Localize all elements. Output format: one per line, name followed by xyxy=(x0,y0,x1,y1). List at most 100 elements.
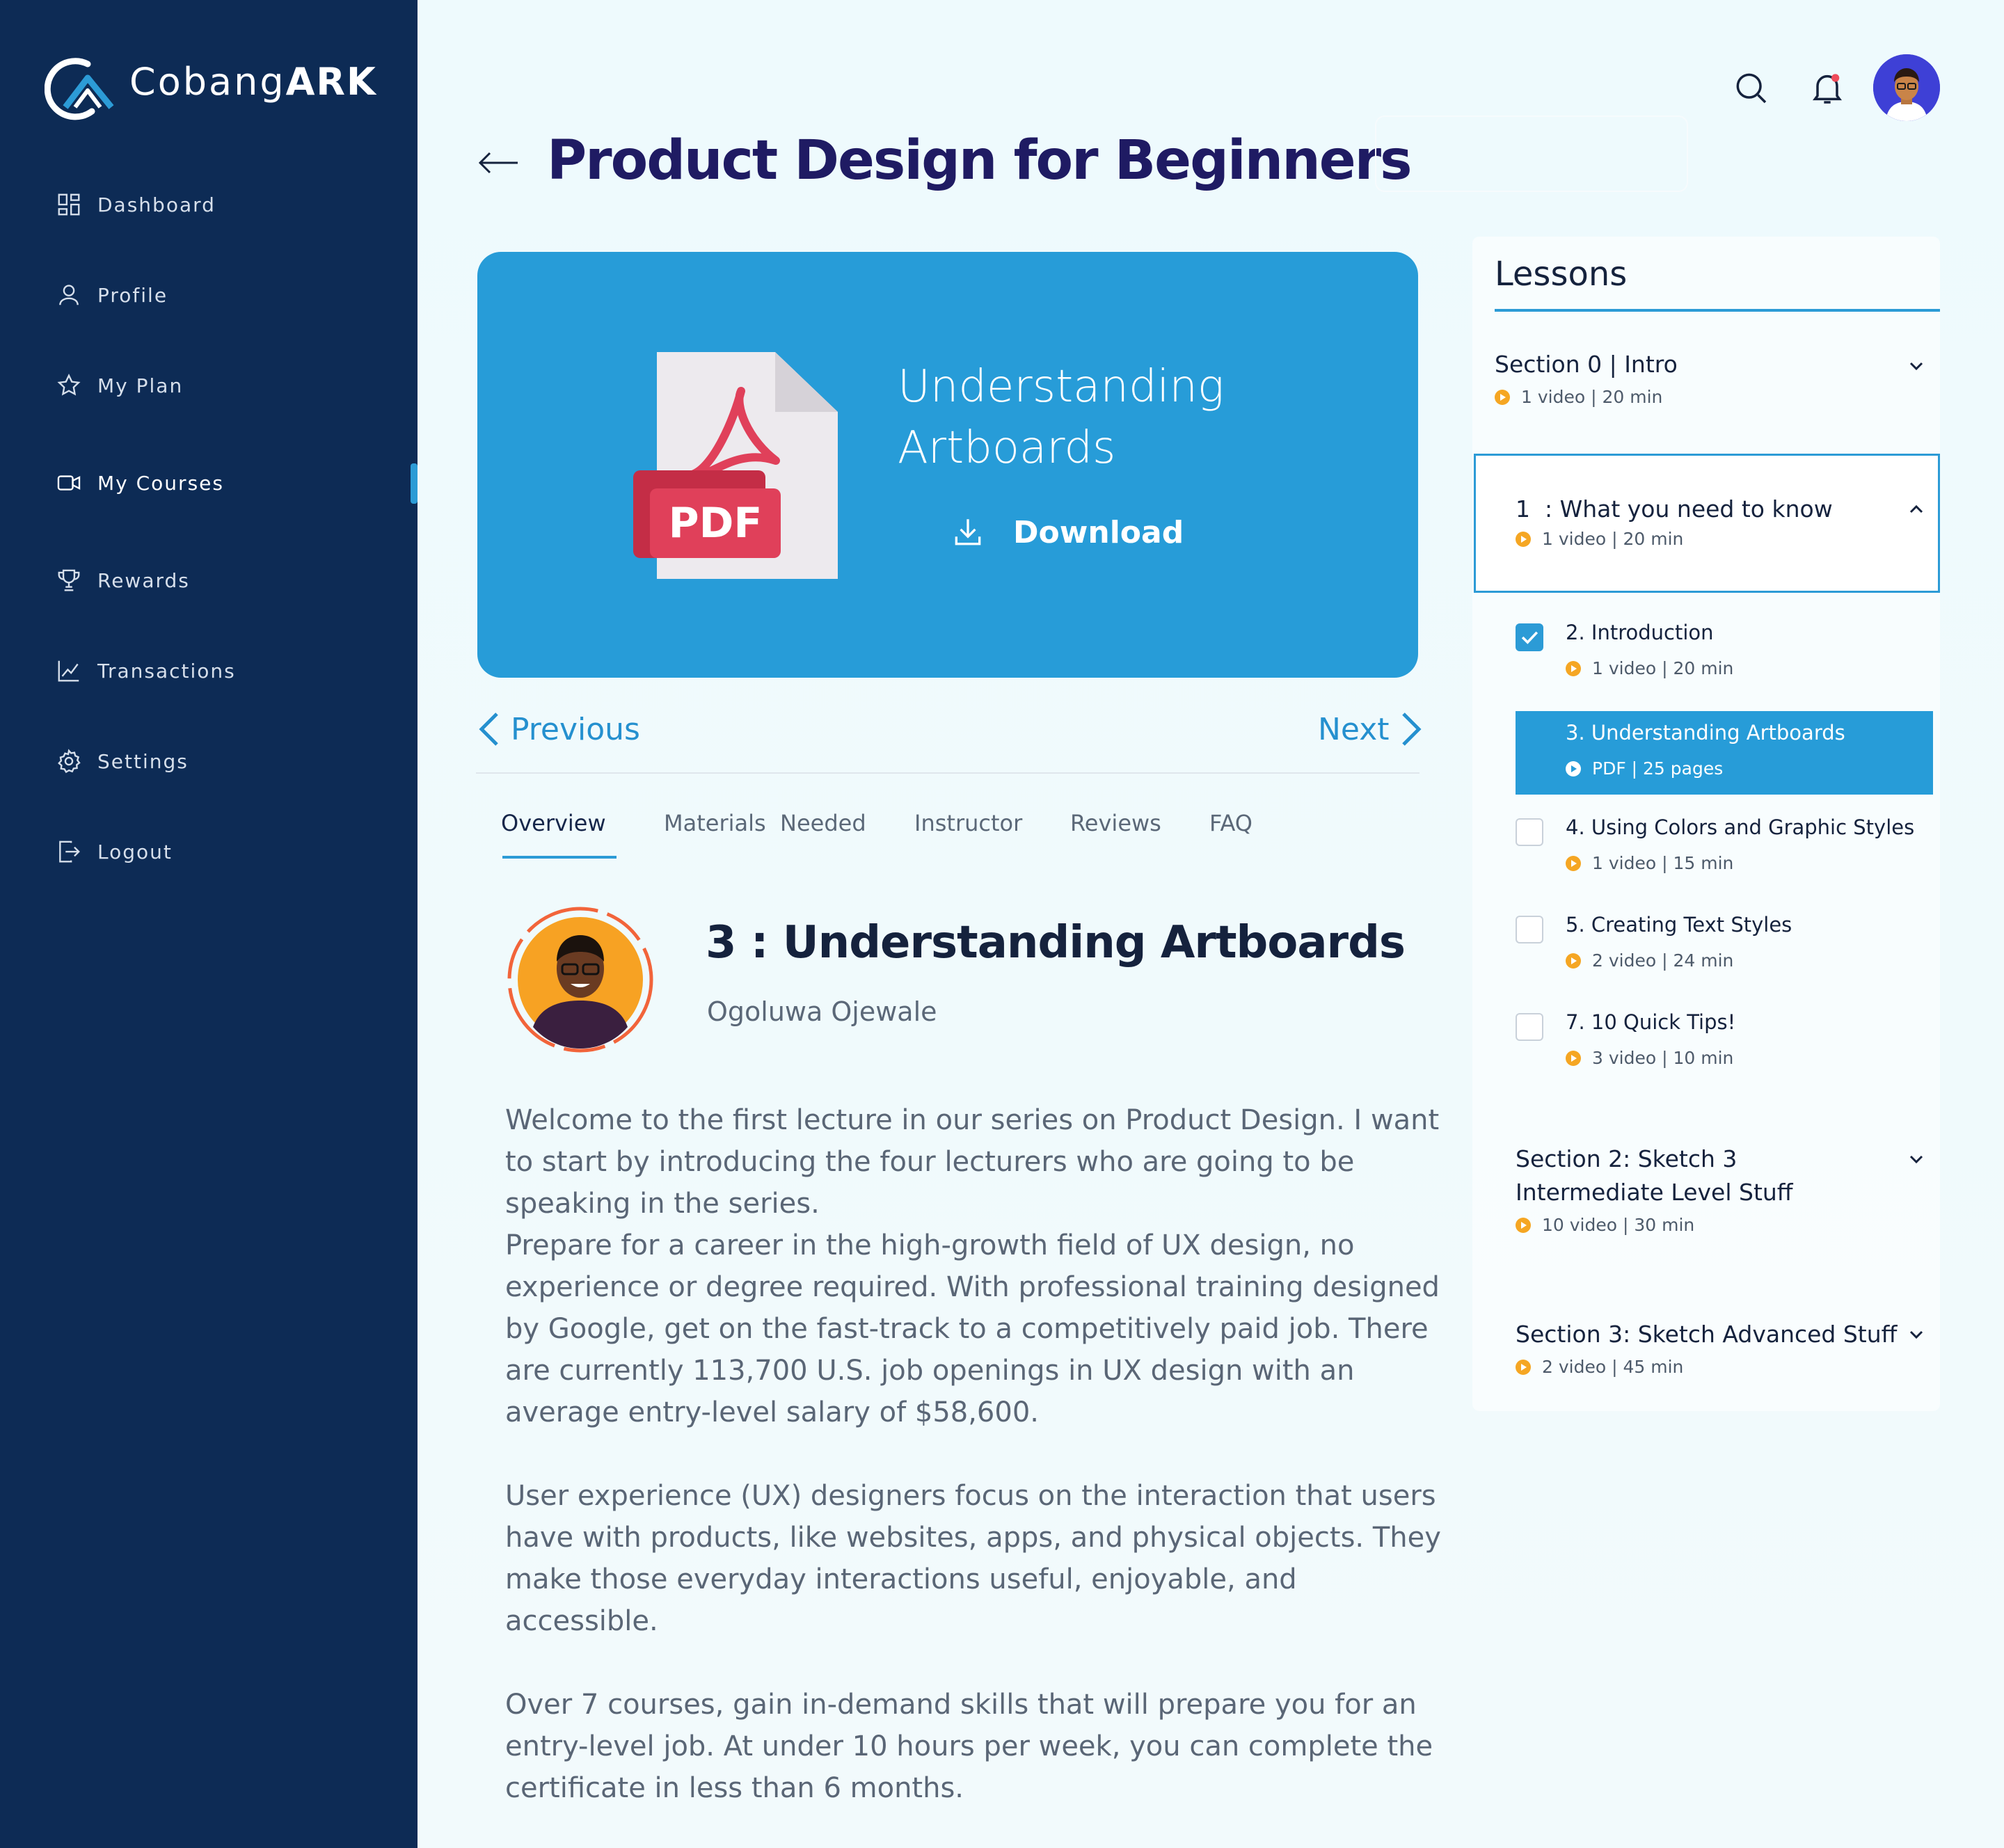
lesson-meta: 3 video | 10 min xyxy=(1566,1048,1733,1068)
section-title: Section 0 | Intro xyxy=(1495,351,1678,378)
lesson-item[interactable]: 4. Using Colors and Graphic Styles 1 vid… xyxy=(1516,815,1933,899)
description-paragraph: User experience (UX) designers focus on … xyxy=(505,1480,1441,1637)
section-meta: 2 video | 45 min xyxy=(1516,1357,1926,1377)
lessons-title-underline xyxy=(1495,309,1940,312)
lesson-item[interactable]: 7. 10 Quick Tips! 3 video | 10 min xyxy=(1516,1010,1933,1094)
sidebar-item-settings[interactable]: Settings xyxy=(56,740,189,782)
previous-label: Previous xyxy=(511,711,640,747)
description-paragraph: Prepare for a career in the high-growth … xyxy=(505,1229,1440,1428)
tab-instructor[interactable]: Instructor xyxy=(914,810,1022,836)
section-meta-text: 2 video | 45 min xyxy=(1542,1357,1684,1377)
chevron-down-icon xyxy=(1909,1330,1923,1339)
pdf-badge-text: PDF xyxy=(669,499,763,548)
sidebar-item-label: Rewards xyxy=(97,568,190,592)
chevron-left-icon xyxy=(479,712,498,746)
instructor-name: Ogoluwa Ojewale xyxy=(707,996,937,1027)
tab-faq[interactable]: FAQ xyxy=(1209,810,1252,836)
section-meta: 10 video | 30 min xyxy=(1516,1215,1926,1235)
download-icon xyxy=(955,519,981,545)
sidebar-item-my-plan[interactable]: My Plan xyxy=(56,365,183,406)
play-icon xyxy=(1566,660,1581,676)
play-icon xyxy=(1516,531,1531,547)
header-placeholder-box xyxy=(1375,116,1688,192)
star-icon xyxy=(57,374,81,396)
chevron-right-icon xyxy=(1401,712,1422,746)
section-sketch-intermediate[interactable]: Section 2: Sketch 3 Intermediate Level S… xyxy=(1516,1142,1926,1235)
lesson-title: 3. Understanding Artboards xyxy=(1566,721,1845,744)
next-button[interactable]: Next xyxy=(1318,707,1424,751)
sidebar-item-label: Profile xyxy=(97,283,168,307)
lesson-meta-text: PDF | 25 pages xyxy=(1592,758,1724,779)
lesson-title: 2. Introduction xyxy=(1566,621,1714,644)
section-meta-text: 1 video | 20 min xyxy=(1521,387,1663,407)
lesson-meta: 1 video | 20 min xyxy=(1566,658,1733,678)
lesson-title: 5. Creating Text Styles xyxy=(1566,913,1792,937)
section-title-line2: Intermediate Level Stuff xyxy=(1516,1179,1793,1206)
sidebar-item-logout[interactable]: Logout xyxy=(56,831,173,873)
chevron-down-icon xyxy=(1909,362,1923,371)
previous-button[interactable]: Previous xyxy=(476,707,640,751)
sidebar-item-my-courses[interactable]: My Courses xyxy=(56,462,224,504)
play-icon xyxy=(1495,389,1510,405)
logo-icon xyxy=(45,58,114,120)
play-icon xyxy=(1566,953,1581,969)
section-title: 1 : What you need to know xyxy=(1516,495,1833,523)
section-intro[interactable]: Section 0 | Intro 1 video | 20 min xyxy=(1495,348,1926,407)
section-sketch-advanced[interactable]: Section 3: Sketch Advanced Stuff 2 video… xyxy=(1516,1318,1926,1377)
lecture-title: 3 : Understanding Artboards xyxy=(706,917,1406,969)
back-arrow-icon[interactable] xyxy=(476,149,520,177)
lesson-checkbox[interactable] xyxy=(1516,1013,1543,1041)
brand-logo-text: CobangARK xyxy=(129,60,377,104)
sidebar: CobangARK Dashboard Profile My Plan My C… xyxy=(0,0,418,1848)
lesson-title: 7. 10 Quick Tips! xyxy=(1566,1010,1736,1034)
sidebar-item-label: Settings xyxy=(97,749,189,773)
section-title: Section 3: Sketch Advanced Stuff xyxy=(1516,1321,1898,1348)
sidebar-item-label: Dashboard xyxy=(97,193,216,216)
lesson-meta-text: 1 video | 20 min xyxy=(1592,658,1734,678)
lesson-checkbox[interactable] xyxy=(1516,916,1543,943)
lesson-checkbox[interactable] xyxy=(1516,623,1543,651)
section-meta-text: 1 video | 20 min xyxy=(1542,529,1684,549)
description-paragraph: Welcome to the first lecture in our seri… xyxy=(505,1104,1440,1220)
description-paragraph: Over 7 courses, gain in-demand skills th… xyxy=(505,1689,1433,1804)
section-meta-text: 10 video | 30 min xyxy=(1542,1215,1695,1235)
pdf-file-icon: PDF xyxy=(633,352,838,579)
sidebar-item-label: Transactions xyxy=(97,659,236,683)
tab-overview[interactable]: Overview xyxy=(501,810,606,836)
sidebar-item-profile[interactable]: Profile xyxy=(56,274,168,316)
lesson-meta-text: 1 video | 15 min xyxy=(1592,853,1734,873)
lesson-meta: PDF | 25 pages xyxy=(1566,758,1723,779)
active-nav-indicator xyxy=(411,463,418,504)
avatar[interactable] xyxy=(1873,54,1940,121)
sidebar-item-label: Logout xyxy=(97,840,173,863)
brand-name-bold: ARK xyxy=(285,60,377,104)
dashboard-icon xyxy=(58,193,80,216)
chart-icon xyxy=(58,660,79,682)
tab-reviews[interactable]: Reviews xyxy=(1070,810,1161,836)
sidebar-item-rewards[interactable]: Rewards xyxy=(56,559,190,601)
section-meta: 1 video | 20 min xyxy=(1495,387,1926,407)
lesson-item-current[interactable]: 3. Understanding Artboards PDF | 25 page… xyxy=(1516,711,1933,795)
tab-materials-needed[interactable]: Materials Needed xyxy=(664,810,866,836)
sidebar-item-transactions[interactable]: Transactions xyxy=(56,650,236,692)
instructor-avatar xyxy=(507,907,653,1053)
active-tab-underline xyxy=(502,856,617,859)
section-what-you-need-content: 1 : What you need to know 1 video | 20 m… xyxy=(1516,493,1926,549)
check-icon xyxy=(1521,631,1538,644)
lesson-item[interactable]: 5. Creating Text Styles 2 video | 24 min xyxy=(1516,913,1933,996)
download-button[interactable]: Download xyxy=(951,508,1184,557)
play-icon xyxy=(1566,855,1581,871)
play-icon xyxy=(1566,1050,1581,1066)
search-icon[interactable] xyxy=(1731,68,1770,107)
lesson-checkbox[interactable] xyxy=(1516,818,1543,846)
lecture-description: Welcome to the first lecture in our seri… xyxy=(505,1099,1446,1809)
page-title: Product Design for Beginners xyxy=(547,129,1413,192)
play-icon xyxy=(1516,1359,1531,1375)
user-icon xyxy=(59,285,79,305)
chevron-down-icon xyxy=(1909,1155,1923,1164)
lesson-item[interactable]: 2. Introduction 1 video | 20 min xyxy=(1516,621,1933,704)
section-title: Section 2: Sketch 3 xyxy=(1516,1145,1737,1172)
sidebar-item-dashboard[interactable]: Dashboard xyxy=(56,184,216,225)
bell-icon[interactable] xyxy=(1808,68,1847,107)
section-meta: 1 video | 20 min xyxy=(1516,529,1926,549)
